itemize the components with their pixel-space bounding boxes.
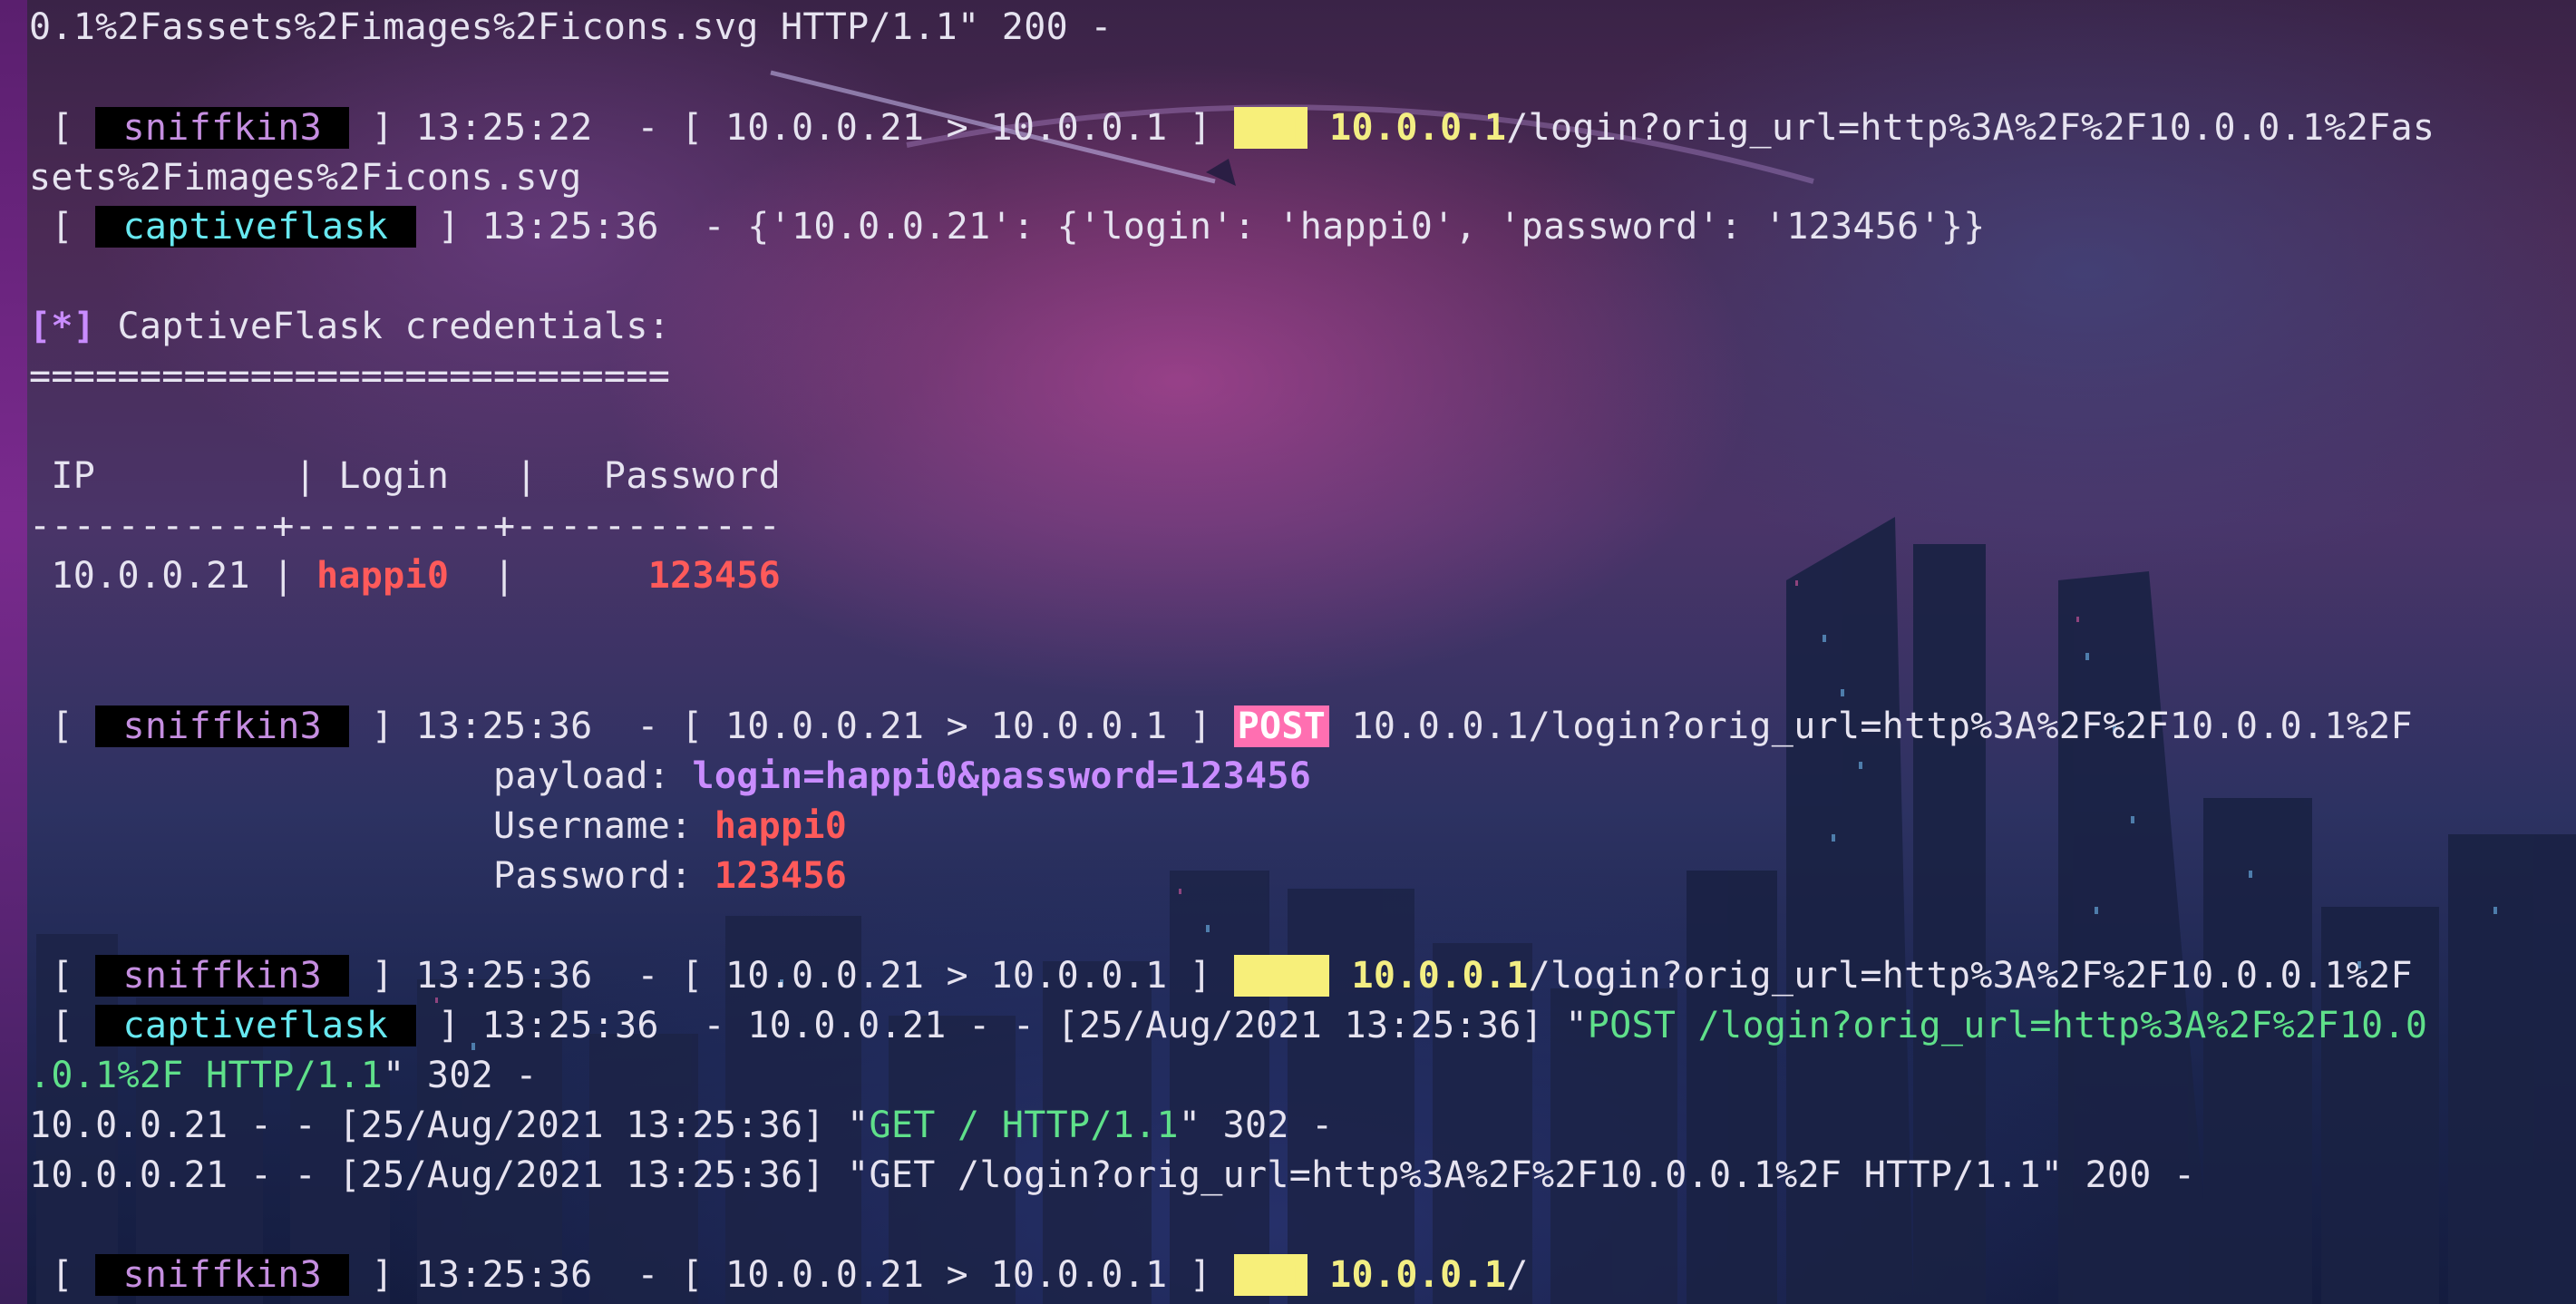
- http-request-text: GET / HTTP/1.1: [869, 1105, 1179, 1146]
- payload-value: login=happi0&password=123456: [692, 755, 1312, 797]
- access-line-get-root: 10.0.0.21 - - [25/Aug/2021 13:25:36] "GE…: [29, 1101, 1334, 1151]
- sniffkin-get-line-1: [ sniffkin3 ] 13:25:22 - [ 10.0.0.21 > 1…: [29, 103, 2435, 153]
- bracket-open: [: [29, 955, 96, 997]
- access-line-get-login: 10.0.0.21 - - [25/Aug/2021 13:25:36] "GE…: [29, 1151, 2195, 1201]
- row-login: happi0: [316, 555, 450, 597]
- password-label: Password:: [29, 855, 714, 897]
- sniffkin-post-line-2: [ sniffkin3 ] 13:25:36 - [ 10.0.0.21 > 1…: [29, 951, 2413, 1001]
- credentials-heading: [*] CaptiveFlask credentials:: [29, 302, 670, 352]
- credentials-table-separator: -----------+---------+------------: [29, 501, 781, 551]
- request-host: 10.0.0.1: [1329, 955, 1529, 997]
- log-meta: ] 13:25:36 - [ 10.0.0.21 > 10.0.0.1 ]: [349, 955, 1234, 997]
- request-path: /login?orig_url=http%3A%2F%2F10.0.0.1%2F…: [1506, 107, 2435, 149]
- sniffkin3-tag: sniffkin3: [95, 107, 350, 149]
- password-value: 123456: [714, 855, 848, 897]
- username-value: happi0: [714, 805, 848, 847]
- log-line-1: 0.1%2Fassets%2Fimages%2Ficons.svg HTTP/1…: [29, 3, 1113, 53]
- table-row: 10.0.0.21 | happi0 | 123456: [29, 551, 781, 601]
- sniffkin3-tag: sniffkin3: [95, 955, 350, 997]
- payload-label: payload:: [29, 755, 693, 797]
- password-line: Password: 123456: [29, 851, 847, 901]
- log-text: 0.1%2Fassets%2Fimages%2Ficons.svg HTTP/1…: [29, 6, 1113, 48]
- credentials-table-header: IP | Login | Password: [29, 452, 781, 501]
- sniffkin-post-line-1: [ sniffkin3 ] 13:25:36 - [ 10.0.0.21 > 1…: [29, 702, 2413, 752]
- log-meta: 10.0.0.21 - - [25/Aug/2021 13:25:36] ": [29, 1105, 870, 1146]
- captiveflask-creds-line: [ captiveflask ] 13:25:36 - {'10.0.0.21'…: [29, 202, 1986, 252]
- underline-text: =============================: [29, 355, 671, 397]
- terminal-output: 0.1%2Fassets%2Fimages%2Ficons.svg HTTP/1…: [0, 0, 2576, 1304]
- username-label: Username:: [29, 805, 714, 847]
- table-separator-text: -----------+---------+------------: [29, 505, 781, 547]
- get-badge: GET: [1233, 1254, 1307, 1296]
- bracket-open: [: [29, 206, 96, 248]
- bracket-open: [: [29, 1005, 96, 1046]
- request-host: 10.0.0.1: [1307, 1254, 1507, 1296]
- captiveflask-tag: captiveflask: [95, 206, 416, 248]
- username-line: Username: happi0: [29, 802, 847, 851]
- bracket-open: [: [29, 1254, 96, 1296]
- star-marker: [*]: [29, 306, 96, 347]
- request-url: 10.0.0.1/login?orig_url=http%3A%2F%2F10.…: [1329, 706, 2413, 747]
- log-meta: ] 13:25:36 - {'10.0.0.21': {'login': 'ha…: [415, 206, 1986, 248]
- status-text: " 302 -: [383, 1055, 538, 1096]
- table-header-text: IP | Login | Password: [29, 455, 781, 497]
- http-request-text: .0.1%2F HTTP/1.1: [29, 1055, 384, 1096]
- row-ip: 10.0.0.21 |: [29, 555, 316, 597]
- log-meta: ] 13:25:36 - [ 10.0.0.21 > 10.0.0.1 ]: [349, 706, 1234, 747]
- payload-line: payload: login=happi0&password=123456: [29, 752, 1311, 802]
- http-request-text: POST /login?orig_url=http%3A%2F%2F10.0: [1587, 1005, 2428, 1046]
- heading-text: CaptiveFlask credentials:: [95, 306, 671, 347]
- log-meta: ] 13:25:36 - 10.0.0.21 - - [25/Aug/2021 …: [415, 1005, 1588, 1046]
- log-meta: ] 13:25:22 - [ 10.0.0.21 > 10.0.0.1 ]: [349, 107, 1234, 149]
- row-password: 123456: [647, 555, 782, 597]
- log-text: sets%2Fimages%2Ficons.svg: [29, 157, 582, 199]
- row-separator: |: [449, 555, 648, 597]
- post-badge: POST: [1233, 706, 1330, 747]
- request-path: /login?orig_url=http%3A%2F%2F10.0.0.1%2F: [1528, 955, 2413, 997]
- get-badge: GET: [1233, 107, 1307, 149]
- sniffkin-get-line-2: [ sniffkin3 ] 13:25:36 - [ 10.0.0.21 > 1…: [29, 1250, 1529, 1300]
- sniffkin3-tag: sniffkin3: [95, 1254, 350, 1296]
- log-text: 10.0.0.21 - - [25/Aug/2021 13:25:36] "GE…: [29, 1154, 2196, 1196]
- request-path: /: [1506, 1254, 1529, 1296]
- post-badge: POST: [1233, 955, 1330, 997]
- captiveflask-tag: captiveflask: [95, 1005, 416, 1046]
- log-line-3: sets%2Fimages%2Ficons.svg: [29, 153, 582, 203]
- request-host: 10.0.0.1: [1307, 107, 1507, 149]
- access-line-continuation: .0.1%2F HTTP/1.1" 302 -: [29, 1051, 538, 1101]
- log-meta: ] 13:25:36 - [ 10.0.0.21 > 10.0.0.1 ]: [349, 1254, 1234, 1296]
- heading-underline: =============================: [29, 352, 670, 402]
- captiveflask-access-line: [ captiveflask ] 13:25:36 - 10.0.0.21 - …: [29, 1001, 2427, 1051]
- sniffkin3-tag: sniffkin3: [95, 706, 350, 747]
- bracket-open: [: [29, 107, 96, 149]
- status-text: " 302 -: [1178, 1105, 1334, 1146]
- bracket-open: [: [29, 706, 96, 747]
